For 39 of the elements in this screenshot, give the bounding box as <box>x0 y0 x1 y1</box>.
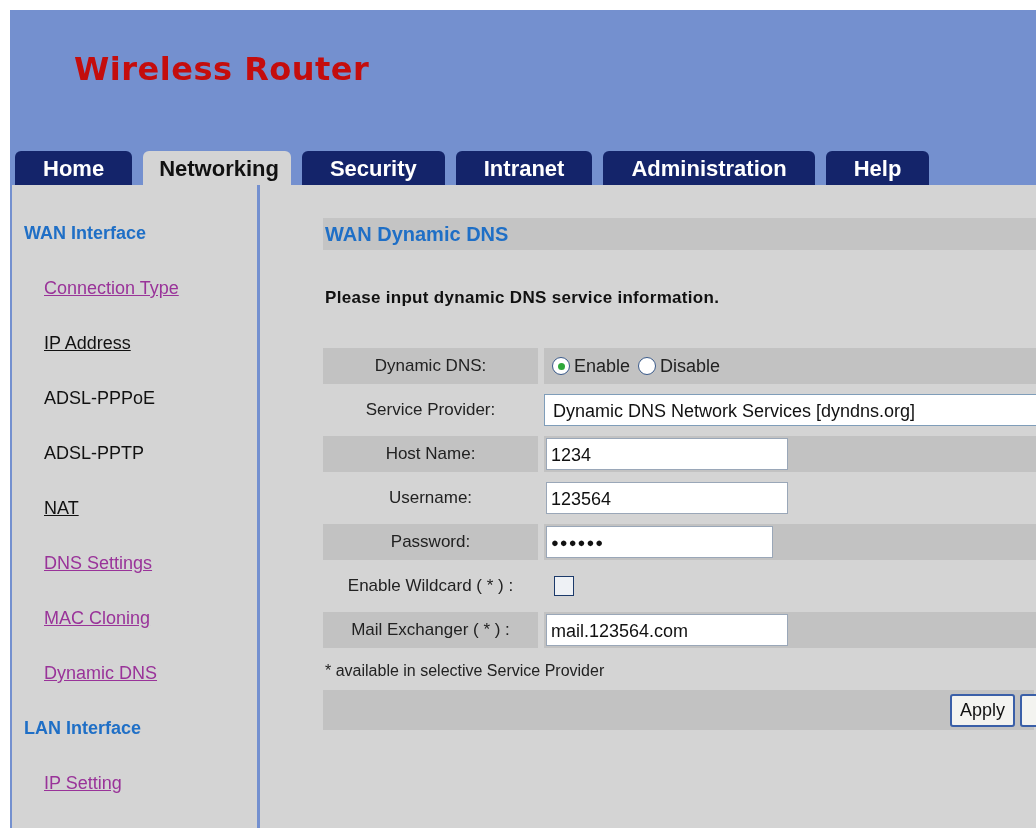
sidebar-item[interactable]: ADSL-PPPoE <box>44 388 257 443</box>
field-label: Password: <box>323 524 538 560</box>
nav-tab[interactable]: Administration <box>603 151 815 185</box>
sidebar-link[interactable]: NAT <box>44 498 257 553</box>
sidebar-link[interactable]: DNS Settings <box>44 553 257 608</box>
field-label: Mail Exchanger ( * ) : <box>323 612 538 648</box>
apply-button[interactable]: Apply <box>949 693 1015 727</box>
input-field[interactable]: mail.123564.com <box>546 614 788 646</box>
provider-dropdown[interactable]: Dynamic DNS Network Services [dyndns.org] <box>544 394 1036 426</box>
input-field[interactable]: 123564 <box>546 482 788 514</box>
section-title: WAN Dynamic DNS <box>323 218 1036 250</box>
sidebar-link[interactable]: Dynamic DNS <box>44 663 257 718</box>
nav-tab[interactable]: Help <box>825 151 930 185</box>
sidebar-link[interactable]: IP Setting <box>44 773 257 828</box>
radio-label: Disable <box>660 355 721 377</box>
password-field[interactable]: ●●●●●● <box>546 526 773 558</box>
instruction-text: Please input dynamic DNS service information. <box>325 288 721 308</box>
checkbox[interactable] <box>554 576 574 596</box>
radio-button[interactable] <box>552 357 570 375</box>
sidebar-heading: LAN Interface <box>24 718 143 740</box>
nav-tab[interactable]: Security <box>301 151 445 185</box>
nav-tab[interactable]: Home <box>15 151 133 185</box>
sidebar-link[interactable]: MAC Cloning <box>44 608 257 663</box>
input-field[interactable]: 1234 <box>546 438 788 470</box>
sidebar-heading: WAN Interface <box>24 223 148 245</box>
sidebar-item[interactable]: ADSL-PPTP <box>44 443 257 498</box>
field-label: Username: <box>387 487 474 509</box>
field-label: Host Name: <box>323 436 538 472</box>
field-label: Service Provider: <box>364 399 497 421</box>
sidebar-link[interactable]: Connection Type <box>44 278 257 333</box>
sidebar-link[interactable]: IP Address <box>44 333 257 388</box>
field-label: Enable Wildcard ( * ) : <box>346 575 515 597</box>
radio-button[interactable] <box>638 357 657 375</box>
field-label: Dynamic DNS: <box>323 348 538 384</box>
app-title: Wireless Router <box>74 50 371 88</box>
nav-tab[interactable]: Networking <box>143 151 291 185</box>
footnote-text: * available in selective Service Provider <box>325 662 606 680</box>
radio-label: Enable <box>574 355 631 377</box>
nav-tab[interactable]: Intranet <box>455 151 593 185</box>
